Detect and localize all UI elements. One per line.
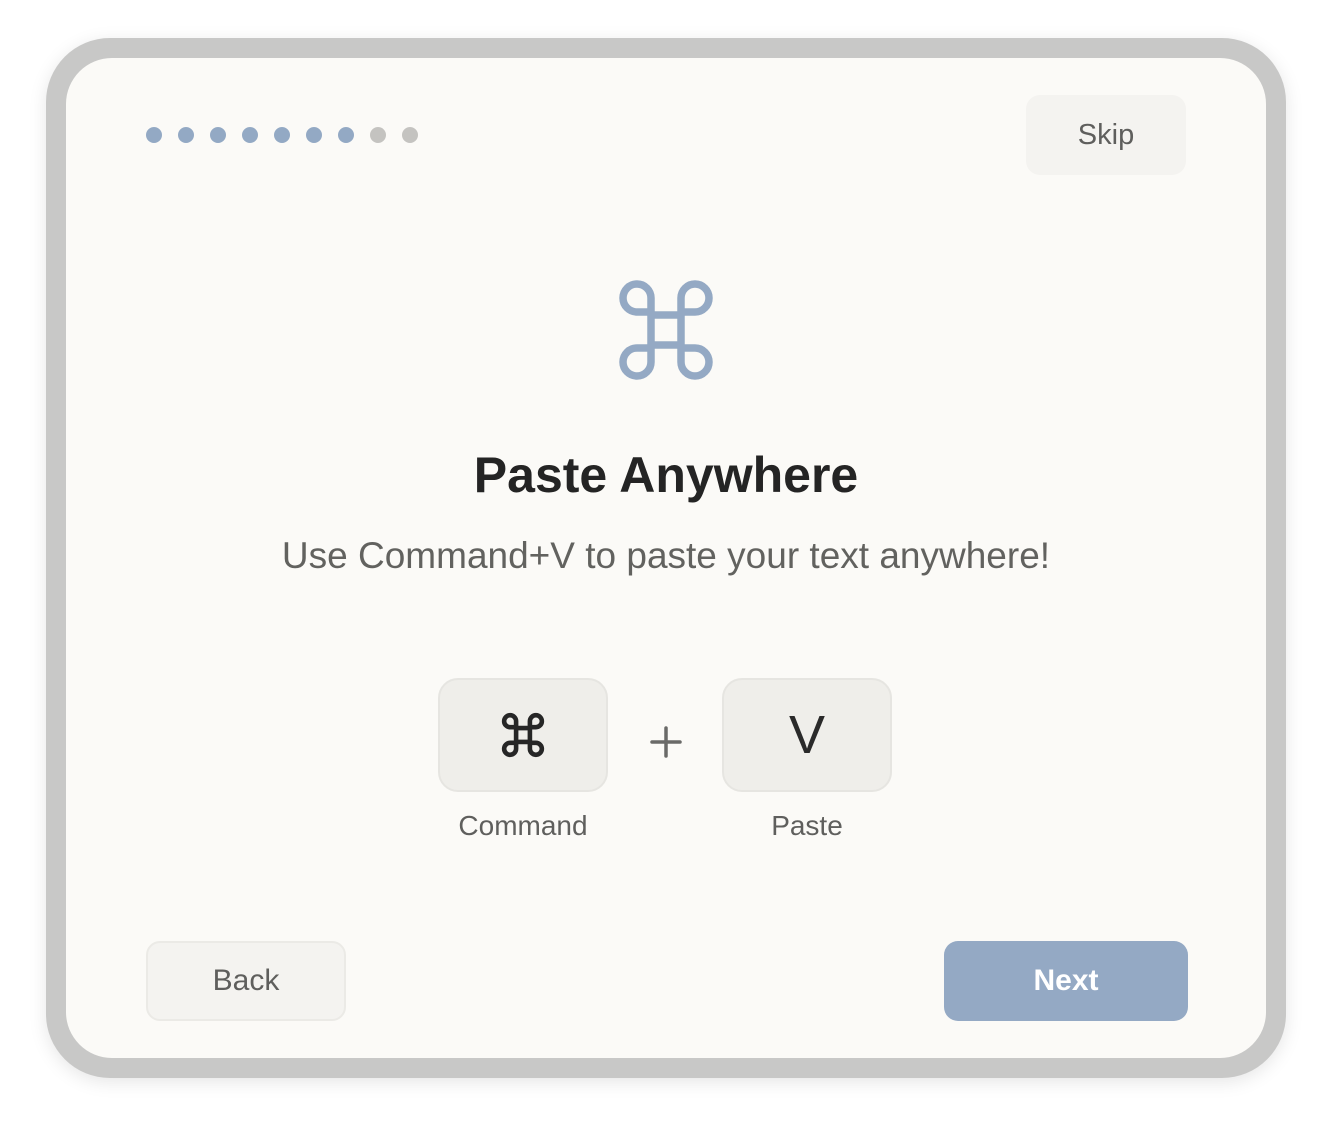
- step-dot: [146, 127, 162, 143]
- plus-icon: [650, 726, 682, 758]
- command-key-label: Command: [458, 810, 588, 841]
- step-dot: [210, 127, 226, 143]
- command-key-icon: [501, 712, 545, 758]
- step-dot: [242, 127, 258, 143]
- page-title: Paste Anywhere: [473, 447, 859, 503]
- step-dot: [370, 127, 386, 143]
- page-subtitle: Use Command+V to paste your text anywher…: [281, 535, 1051, 576]
- step-dot: [306, 127, 322, 143]
- step-progress-dots: [146, 127, 418, 143]
- skip-button[interactable]: Skip: [1026, 95, 1186, 175]
- step-dot: [274, 127, 290, 143]
- step-dot: [402, 127, 418, 143]
- back-button[interactable]: Back: [146, 941, 346, 1021]
- v-key-label: Paste: [771, 810, 843, 841]
- v-key: V: [722, 678, 892, 792]
- step-dot: [338, 127, 354, 143]
- command-key: [438, 678, 608, 792]
- onboarding-dialog: Skip Paste Anywhere Use Command+V to pas…: [66, 58, 1266, 1058]
- v-key-glyph: V: [788, 705, 826, 765]
- step-dot: [178, 127, 194, 143]
- command-icon: [619, 280, 713, 380]
- next-button[interactable]: Next: [944, 941, 1188, 1021]
